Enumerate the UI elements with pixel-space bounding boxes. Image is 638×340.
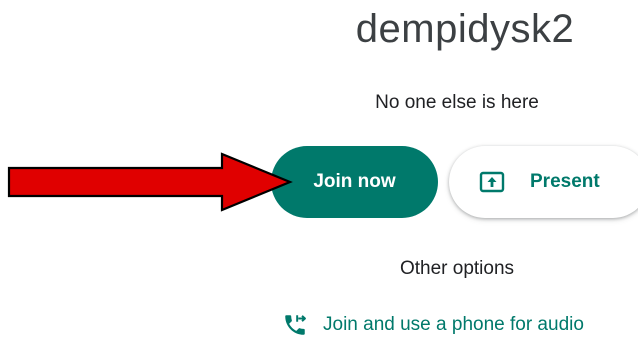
present-label: Present [530,171,600,192]
other-options-heading: Other options [399,258,515,279]
phone-forward-icon [282,312,308,338]
present-screen-icon [479,170,505,194]
present-button[interactable]: Present [449,146,638,218]
phone-audio-label: Join and use a phone for audio [323,314,584,335]
red-arrow-annotation [7,152,293,212]
meeting-lobby: dempidysk2 No one else is here Join now … [0,0,638,340]
meeting-title: dempidysk2 [355,7,575,51]
join-now-label: Join now [313,171,396,192]
phone-audio-link[interactable]: Join and use a phone for audio [282,312,584,338]
lobby-status-text: No one else is here [375,92,539,113]
